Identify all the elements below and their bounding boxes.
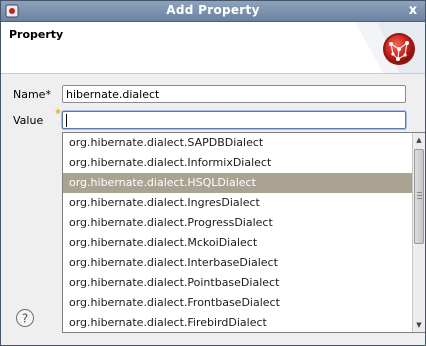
svg-text:?: ? — [22, 312, 28, 326]
close-icon[interactable]: x — [405, 3, 421, 19]
popup-scrollbar[interactable]: ▲ ▼ — [412, 133, 425, 332]
help-icon[interactable]: ? — [15, 308, 35, 328]
scroll-thumb[interactable] — [414, 149, 424, 244]
scroll-down-icon[interactable]: ▼ — [413, 319, 425, 331]
content-assist-icon — [55, 108, 61, 115]
value-field[interactable] — [62, 111, 406, 129]
thumb-grip — [417, 192, 422, 193]
autocomplete-item[interactable]: org.hibernate.dialect.ProgressDialect — [63, 213, 412, 233]
autocomplete-item[interactable]: org.hibernate.dialect.InformixDialect — [63, 153, 412, 173]
banner-title: Property — [9, 28, 64, 41]
autocomplete-item[interactable]: org.hibernate.dialect.SAPDBDialect — [63, 133, 412, 153]
autocomplete-item[interactable]: org.hibernate.dialect.InterbaseDialect — [63, 253, 412, 273]
text-caret — [66, 114, 67, 127]
name-field[interactable] — [62, 85, 406, 103]
autocomplete-item[interactable]: org.hibernate.dialect.IngresDialect — [63, 193, 412, 213]
value-label: Value — [13, 114, 44, 127]
thumb-grip — [417, 195, 422, 196]
autocomplete-item[interactable]: org.hibernate.dialect.MckoiDialect — [63, 233, 412, 253]
autocomplete-item[interactable]: org.hibernate.dialect.FrontbaseDialect — [63, 293, 412, 313]
title-bar[interactable]: Add Property x — [1, 1, 425, 22]
autocomplete-item[interactable]: org.hibernate.dialect.PointbaseDialect — [63, 273, 412, 293]
name-label: Name* — [13, 88, 51, 101]
dialog-title: Add Property — [166, 3, 260, 17]
autocomplete-list: org.hibernate.dialect.SAPDBDialect org.h… — [63, 133, 412, 332]
thumb-grip — [417, 198, 422, 199]
add-property-dialog: Add Property x Property Name* hibernate.… — [0, 0, 426, 346]
property-graphic-icon — [355, 22, 425, 73]
autocomplete-item[interactable]: org.hibernate.dialect.FirebirdDialect — [63, 313, 412, 333]
scroll-up-icon[interactable]: ▲ — [413, 134, 425, 146]
dialog-banner: Property — [1, 22, 425, 74]
autocomplete-item-selected[interactable]: org.hibernate.dialect.HSQLDialect — [63, 173, 412, 193]
autocomplete-popup: org.hibernate.dialect.SAPDBDialect org.h… — [62, 132, 425, 333]
